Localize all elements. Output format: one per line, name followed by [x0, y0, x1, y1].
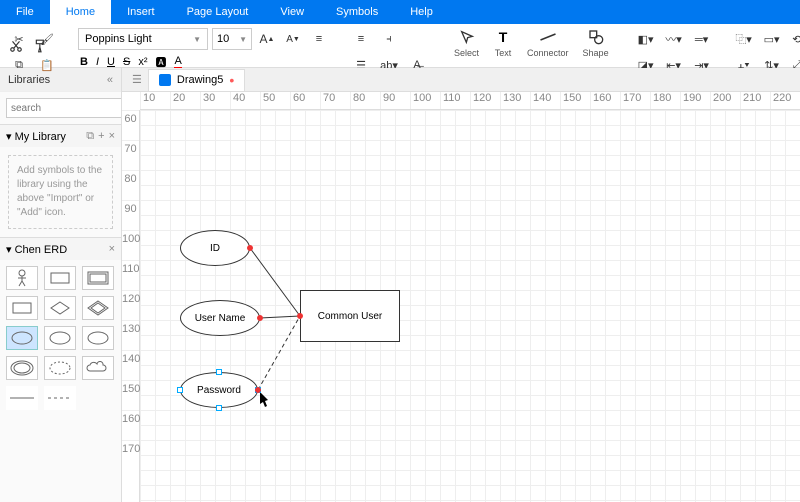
sidebar: Libraries « 🔍 ▾ My Library ⧉ + × Add sym…	[0, 68, 122, 502]
shape-weak-relationship[interactable]	[82, 296, 114, 320]
shape-tool[interactable]: Shape	[577, 28, 615, 58]
shape-actor[interactable]	[6, 266, 38, 290]
linespacing-icon[interactable]: ≡	[308, 28, 330, 50]
vertical-ruler: 60708090100110120130140150160170	[122, 110, 140, 502]
document-icon	[159, 74, 171, 86]
align-left-icon[interactable]: ≡	[350, 28, 372, 50]
menu-page-layout[interactable]: Page Layout	[171, 0, 265, 24]
node-username[interactable]: User Name	[180, 300, 260, 336]
line-color-icon[interactable]: 〰▾	[663, 28, 685, 50]
connector-tool[interactable]: Connector	[521, 28, 575, 58]
mylibrary-hint: Add symbols to the library using the abo…	[8, 155, 113, 229]
rotate-icon[interactable]: ⟲▾	[789, 28, 800, 50]
shape-key-attribute[interactable]	[82, 326, 114, 350]
italic-button[interactable]: I	[96, 56, 99, 68]
brush-icon[interactable]: 🖌	[36, 28, 58, 50]
select-tool[interactable]: Select	[448, 28, 485, 58]
menu-view[interactable]: View	[264, 0, 320, 24]
menu-symbols[interactable]: Symbols	[320, 0, 394, 24]
shape-weak-entity[interactable]	[82, 266, 114, 290]
font-select[interactable]: Poppins Light▼	[78, 28, 208, 50]
shape-attribute[interactable]	[6, 326, 38, 350]
canvas[interactable]: ID User Name Password Common User	[140, 110, 800, 502]
import-icon[interactable]: ⧉	[86, 130, 94, 143]
align-vert-icon[interactable]: ⫞	[378, 28, 400, 50]
text-tool[interactable]: TText	[487, 28, 519, 58]
node-commonuser[interactable]: Common User	[300, 290, 400, 342]
close-section-icon[interactable]: ×	[109, 130, 115, 143]
group-icon[interactable]: ⿻▾	[733, 28, 755, 50]
tab-list-icon[interactable]: ☰	[126, 73, 148, 86]
shape-multivalued[interactable]	[6, 356, 38, 380]
node-id[interactable]: ID	[180, 230, 250, 266]
menu-home[interactable]: Home	[50, 0, 111, 24]
node-password[interactable]: Password	[180, 372, 258, 408]
strike-button[interactable]: S	[123, 56, 130, 68]
underline-button[interactable]: U	[107, 56, 115, 68]
shape-entity2[interactable]	[6, 296, 38, 320]
close-section-icon[interactable]: ×	[109, 243, 115, 255]
shape-line[interactable]	[6, 386, 38, 410]
fontcolor-button[interactable]: A	[174, 55, 181, 69]
cut-icon[interactable]: ✂	[8, 28, 30, 50]
superscript-button[interactable]: x²	[138, 56, 147, 68]
paste-icon[interactable]: 📋	[36, 54, 58, 76]
menu-help[interactable]: Help	[394, 0, 449, 24]
arrange-icon[interactable]: ▭▾	[761, 28, 783, 50]
shape-cloud[interactable]	[82, 356, 114, 380]
add-icon[interactable]: +	[98, 130, 104, 143]
doc-tab-drawing5[interactable]: Drawing5 •	[148, 69, 245, 91]
shape-palette	[0, 260, 121, 416]
font-size-select[interactable]: 10▼	[212, 28, 252, 50]
document-tabs: ☰ Drawing5 •	[122, 68, 800, 92]
menu-insert[interactable]: Insert	[111, 0, 171, 24]
increase-font-icon[interactable]: A▲	[256, 28, 278, 50]
unsaved-indicator-icon: •	[229, 72, 234, 88]
menu-file[interactable]: File	[0, 0, 50, 24]
chen-erd-section-header[interactable]: ▾ Chen ERD ×	[0, 238, 121, 260]
line-style-icon[interactable]: ═▾	[691, 28, 713, 50]
shape-dashed-line[interactable]	[44, 386, 76, 410]
fill-color-icon[interactable]: ◧▾	[635, 28, 657, 50]
bold-button[interactable]: B	[80, 56, 88, 68]
horizontal-ruler: 1020304050607080901001101201301401501601…	[140, 92, 800, 110]
mylibrary-section-header[interactable]: ▾ My Library ⧉ + ×	[0, 125, 121, 147]
copy-icon[interactable]: ⧉	[8, 54, 30, 76]
shape-derived[interactable]	[44, 356, 76, 380]
shape-relationship[interactable]	[44, 296, 76, 320]
menu-bar: FileHomeInsertPage LayoutViewSymbolsHelp	[0, 0, 800, 24]
decrease-font-icon[interactable]: A▼	[282, 28, 304, 50]
search-input[interactable]	[6, 98, 122, 118]
collapse-sidebar-icon[interactable]: «	[107, 74, 113, 86]
shape-entity[interactable]	[44, 266, 76, 290]
shape-attribute2[interactable]	[44, 326, 76, 350]
